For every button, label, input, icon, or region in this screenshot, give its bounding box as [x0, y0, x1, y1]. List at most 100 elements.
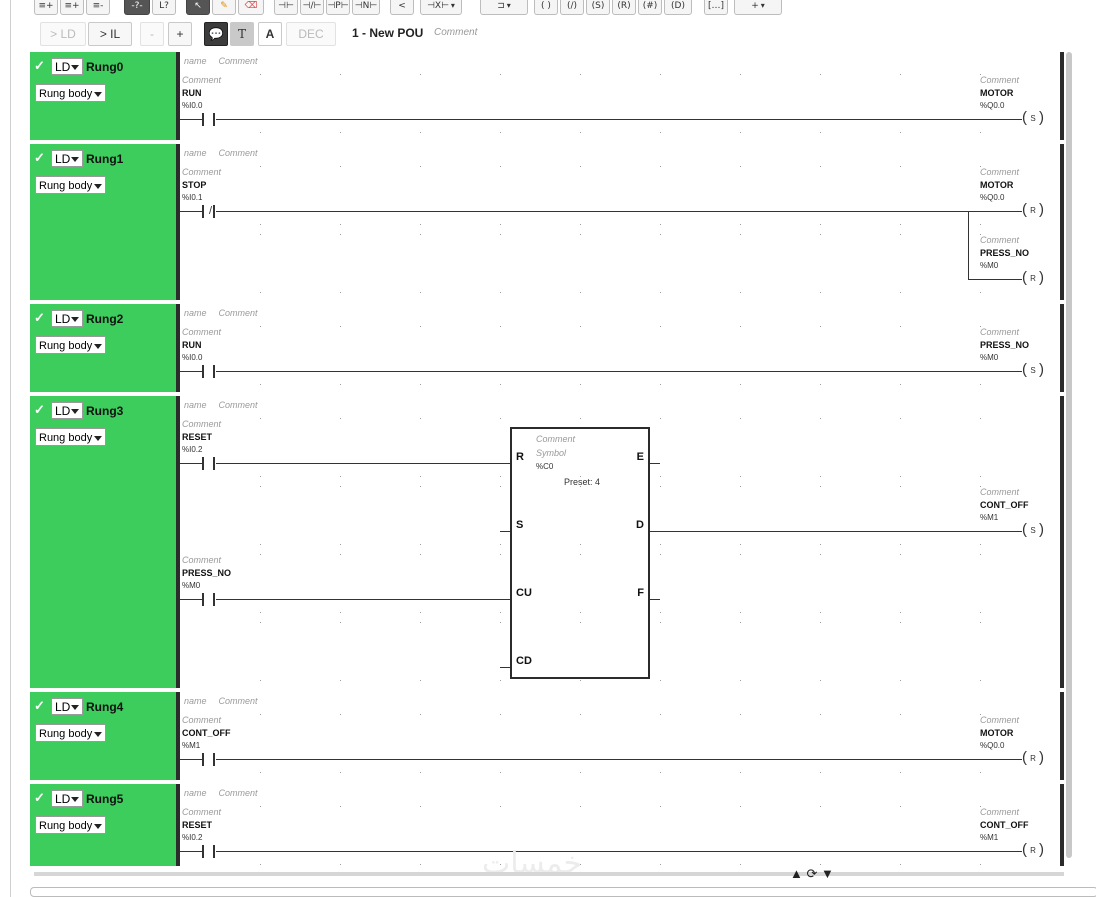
contact-no-icon[interactable]: ⊣⊢ [274, 0, 298, 15]
contact-variable[interactable]: PRESS_NO [182, 568, 231, 578]
link-icon[interactable]: L? [152, 0, 176, 15]
contact-variable[interactable]: CONT_OFF [182, 728, 231, 738]
falling-coil-icon[interactable]: (D) [664, 0, 692, 15]
language-select[interactable]: LD [51, 58, 83, 75]
horizontal-scrollbar[interactable] [30, 887, 1096, 897]
language-select[interactable]: LD [51, 310, 83, 327]
negated-coil-icon[interactable]: (/) [560, 0, 584, 15]
rung-body-select[interactable]: Rung body [35, 724, 106, 742]
language-select[interactable]: LD [51, 790, 83, 807]
contact-falling-icon[interactable]: ⊣N⊢ [352, 0, 380, 15]
add-icon[interactable]: + [734, 0, 782, 15]
convert-to-il-button[interactable]: > IL [88, 22, 132, 46]
reset-coil[interactable]: R [1022, 203, 1044, 218]
rung-grid[interactable]: name Comment Comment RESET %I0.2 Comment … [180, 396, 1060, 688]
text-tool-icon[interactable]: T [230, 22, 254, 46]
language-select[interactable]: LD [51, 402, 83, 419]
insert-rung-after-icon[interactable]: ≡+ [60, 0, 84, 15]
reset-coil[interactable]: R [1022, 271, 1044, 286]
contact-variable[interactable]: RESET [182, 820, 212, 830]
contact-no[interactable] [202, 593, 216, 606]
contact-no[interactable] [202, 365, 216, 378]
refresh-icon[interactable]: ⟳ [807, 866, 818, 881]
language-select[interactable]: LD [51, 150, 83, 167]
delete-rung-icon[interactable]: ≡- [86, 0, 110, 15]
rung-name-comment[interactable]: name Comment [184, 696, 258, 706]
contact-comment[interactable]: Comment [182, 167, 221, 177]
coil-comment[interactable]: Comment [980, 807, 1019, 817]
coil-comment[interactable]: Comment [980, 167, 1019, 177]
contact-rising-icon[interactable]: ⊣P⊢ [326, 0, 350, 15]
function-block-icon[interactable]: ⊣X⊢ [420, 0, 462, 15]
rung-body-select[interactable]: Rung body [35, 84, 106, 102]
rung-body-select[interactable]: Rung body [35, 176, 106, 194]
comment-toggle-icon[interactable]: 💬 [204, 22, 228, 46]
coil-variable[interactable]: MOTOR [980, 728, 1013, 738]
rung-name-comment[interactable]: name Comment [184, 56, 258, 66]
contact-comment[interactable]: Comment [182, 419, 221, 429]
contact-nc-icon[interactable]: ⊣/⊢ [300, 0, 324, 15]
coil-variable[interactable]: PRESS_NO [980, 340, 1029, 350]
rung-grid[interactable]: name Comment Comment RUN %I0.0 Comment PR… [180, 304, 1060, 392]
contact-comment[interactable]: Comment [182, 807, 221, 817]
zoom-in-button[interactable]: + [168, 22, 192, 46]
set-coil[interactable]: S [1022, 523, 1044, 538]
contact-variable[interactable]: RESET [182, 432, 212, 442]
box-icon[interactable]: ⊐ [480, 0, 528, 15]
rung-name-comment[interactable]: name Comment [184, 788, 258, 798]
reset-coil[interactable]: R [1022, 751, 1044, 766]
counter-preset[interactable]: Preset: 4 [564, 477, 600, 487]
rung-grid[interactable]: name Comment Comment RESET %I0.2 Comment … [180, 784, 1060, 866]
coil-comment[interactable]: Comment [980, 75, 1019, 85]
operate-block-icon[interactable]: […] [704, 0, 728, 15]
set-coil-icon[interactable]: (S) [586, 0, 610, 15]
counter-comment[interactable]: Comment [536, 434, 575, 444]
contact-no[interactable] [202, 113, 216, 126]
contact-comment[interactable]: Comment [182, 75, 221, 85]
contact-comment[interactable]: Comment [182, 555, 221, 565]
eraser-icon[interactable]: ⌫ [238, 0, 264, 15]
rung-grid[interactable]: name Comment Comment STOP %I0.1 / Comment… [180, 144, 1060, 300]
up-arrow-icon[interactable]: ▲ [790, 866, 803, 881]
check-icon[interactable]: ✓ [34, 150, 45, 166]
rung-name-comment[interactable]: name Comment [184, 148, 258, 158]
reset-coil[interactable]: R [1022, 843, 1044, 858]
set-coil[interactable]: S [1022, 363, 1044, 378]
contact-comment[interactable]: Comment [182, 327, 221, 337]
rung-body-select[interactable]: Rung body [35, 428, 106, 446]
coil-comment[interactable]: Comment [980, 327, 1019, 337]
coil-variable[interactable]: MOTOR [980, 180, 1013, 190]
coil-icon[interactable]: ( ) [534, 0, 558, 15]
rung-name-comment[interactable]: name Comment [184, 400, 258, 410]
coil-comment[interactable]: Comment [980, 487, 1019, 497]
check-icon[interactable]: ✓ [34, 790, 45, 806]
pencil-icon[interactable]: ✎ [212, 0, 236, 15]
coil-variable[interactable]: MOTOR [980, 88, 1013, 98]
contact-variable[interactable]: STOP [182, 180, 206, 190]
contact-no[interactable] [202, 753, 216, 766]
select-icon[interactable]: ↖ [186, 0, 210, 15]
compare-icon[interactable]: < [390, 0, 414, 15]
branch-icon[interactable]: -?- [124, 0, 150, 15]
contact-no[interactable] [202, 457, 216, 470]
counter-symbol[interactable]: Symbol [536, 448, 566, 458]
down-arrow-icon[interactable]: ▼ [821, 866, 834, 881]
coil-variable[interactable]: PRESS_NO [980, 248, 1029, 258]
rising-coil-icon[interactable]: (#) [638, 0, 662, 15]
pou-comment[interactable]: Comment [434, 27, 477, 38]
rung-body-select[interactable]: Rung body [35, 336, 106, 354]
reset-coil-icon[interactable]: (R) [612, 0, 636, 15]
language-select[interactable]: LD [51, 698, 83, 715]
contact-nc[interactable]: / [202, 205, 216, 218]
counter-block[interactable]: Comment Symbol %C0 Preset: 4 R S CU CD E… [510, 427, 650, 679]
rung-grid[interactable]: name Comment Comment CONT_OFF %M1 Comment… [180, 692, 1060, 780]
insert-rung-icon[interactable]: ≡+ [34, 0, 58, 15]
convert-to-ld-button[interactable]: > LD [40, 22, 86, 46]
font-size-icon[interactable]: A [258, 22, 282, 46]
rung-body-select[interactable]: Rung body [35, 816, 106, 834]
set-coil[interactable]: S [1022, 111, 1044, 126]
check-icon[interactable]: ✓ [34, 698, 45, 714]
check-icon[interactable]: ✓ [34, 58, 45, 74]
zoom-out-button[interactable]: - [140, 22, 164, 46]
check-icon[interactable]: ✓ [34, 402, 45, 418]
